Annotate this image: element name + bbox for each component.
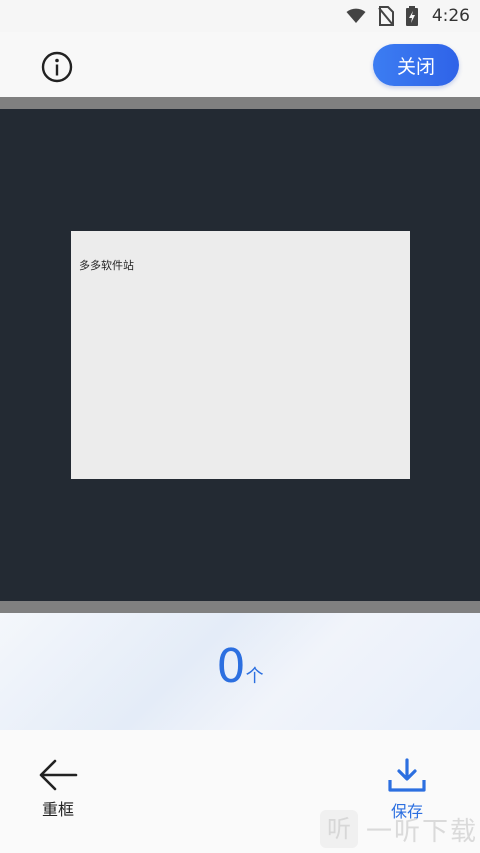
no-sim-icon [378, 6, 394, 26]
count-value: 0 [216, 639, 246, 693]
preview-top-border [0, 97, 480, 109]
wifi-icon [346, 8, 366, 23]
watermark-text: 一听下载 [366, 816, 479, 847]
document-text: 多多软件站 [79, 259, 134, 272]
redo-frame-button[interactable]: 重框 [28, 758, 88, 820]
battery-charging-icon [405, 6, 418, 26]
count-panel: 0个 [0, 613, 480, 730]
crop-preview-area[interactable]: 多多软件站 [0, 109, 480, 601]
preview-bottom-border [0, 601, 480, 613]
info-button[interactable] [40, 50, 74, 84]
arrow-left-icon [39, 759, 78, 791]
document-image[interactable]: 多多软件站 [71, 231, 410, 479]
info-icon [41, 51, 73, 83]
clock: 4:26 [431, 6, 470, 26]
status-icons: 4:26 [346, 5, 470, 27]
count-display: 0个 [0, 643, 480, 689]
download-icon [388, 758, 426, 792]
watermark: 听 一听下载 [320, 810, 478, 848]
watermark-logo: 听 [320, 810, 358, 848]
redo-frame-label: 重框 [41, 800, 74, 819]
status-bar: 4:26 [0, 0, 480, 32]
count-unit: 个 [245, 666, 264, 687]
close-button[interactable]: 关闭 [373, 44, 459, 86]
